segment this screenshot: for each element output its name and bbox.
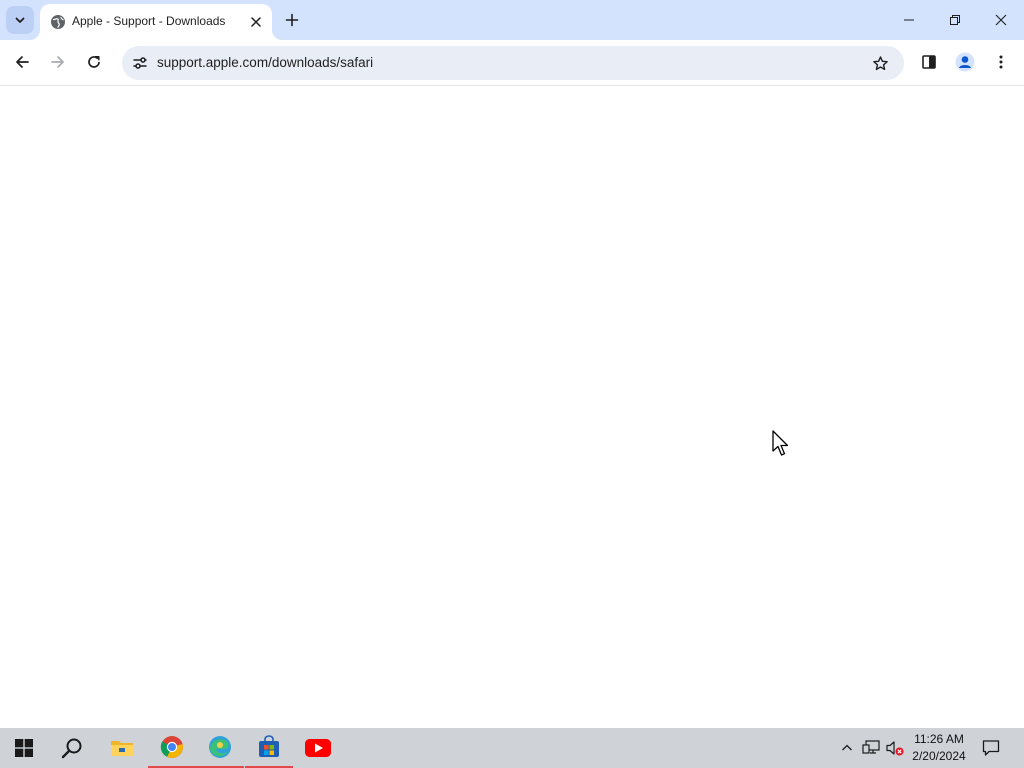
store-taskbar-button[interactable] <box>245 728 293 768</box>
chrome-taskbar-button[interactable] <box>148 728 196 768</box>
taskbar: 11:26 AM 2/20/2024 <box>0 728 1024 768</box>
more-vert-icon <box>999 55 1003 69</box>
bookmark-button[interactable] <box>866 49 894 77</box>
browser-toolbar: support.apple.com/downloads/safari <box>0 40 1024 86</box>
site-info-button[interactable] <box>126 49 154 77</box>
volume-muted-icon <box>886 741 904 756</box>
close-icon <box>251 17 261 27</box>
reload-icon <box>88 56 100 68</box>
start-button[interactable] <box>0 728 48 768</box>
taskbar-clock[interactable]: 11:26 AM 2/20/2024 <box>906 731 972 765</box>
side-panel-icon <box>922 55 936 69</box>
notifications-icon <box>982 740 1000 756</box>
close-icon <box>995 14 1007 26</box>
profile-button[interactable] <box>950 47 980 77</box>
active-tab[interactable]: Apple - Support - Downloads <box>40 4 272 40</box>
mouse-cursor-icon <box>772 430 789 456</box>
store-icon <box>259 735 279 757</box>
chevron-up-icon <box>842 744 852 751</box>
forward-button[interactable] <box>43 47 73 77</box>
plus-icon <box>285 13 299 27</box>
edge-icon <box>209 736 231 758</box>
side-panel-button[interactable] <box>914 47 944 77</box>
chrome-icon <box>160 736 183 758</box>
edge-taskbar-button[interactable] <box>196 728 244 768</box>
tray-overflow-button[interactable] <box>836 728 858 768</box>
close-window-button[interactable] <box>978 0 1024 40</box>
minimize-icon <box>904 19 914 21</box>
clock-time: 11:26 AM <box>914 732 964 746</box>
tune-icon <box>133 57 147 69</box>
volume-button[interactable] <box>884 728 906 768</box>
profile-icon <box>955 52 975 72</box>
taskbar-search-button[interactable] <box>48 728 96 768</box>
network-button[interactable] <box>860 728 882 768</box>
search-icon <box>61 738 82 759</box>
youtube-icon <box>305 739 331 757</box>
restore-icon <box>950 15 960 25</box>
new-tab-button[interactable] <box>280 8 304 32</box>
notifications-button[interactable] <box>978 728 1004 768</box>
clock-date: 2/20/2024 <box>912 749 966 763</box>
chevron-down-icon <box>15 17 25 23</box>
star-icon <box>872 55 888 70</box>
windows-logo-icon <box>15 739 33 757</box>
globe-icon <box>51 15 65 29</box>
tab-close-button[interactable] <box>246 12 266 32</box>
forward-arrow-icon <box>51 56 64 68</box>
network-icon <box>862 740 880 754</box>
browser-menu-button[interactable] <box>986 47 1016 77</box>
tab-title: Apple - Support - Downloads <box>72 14 226 28</box>
address-bar[interactable]: support.apple.com/downloads/safari <box>122 46 904 80</box>
reload-button[interactable] <box>79 47 109 77</box>
file-explorer-button[interactable] <box>98 728 146 768</box>
minimize-button[interactable] <box>886 0 932 40</box>
url-text[interactable]: support.apple.com/downloads/safari <box>157 55 373 70</box>
back-arrow-icon <box>16 56 29 68</box>
back-button[interactable] <box>7 47 37 77</box>
youtube-taskbar-button[interactable] <box>294 728 342 768</box>
folder-icon <box>111 741 133 756</box>
tab-strip: Apple - Support - Downloads <box>0 0 1024 40</box>
restore-button[interactable] <box>932 0 978 40</box>
page-content <box>0 87 1024 728</box>
